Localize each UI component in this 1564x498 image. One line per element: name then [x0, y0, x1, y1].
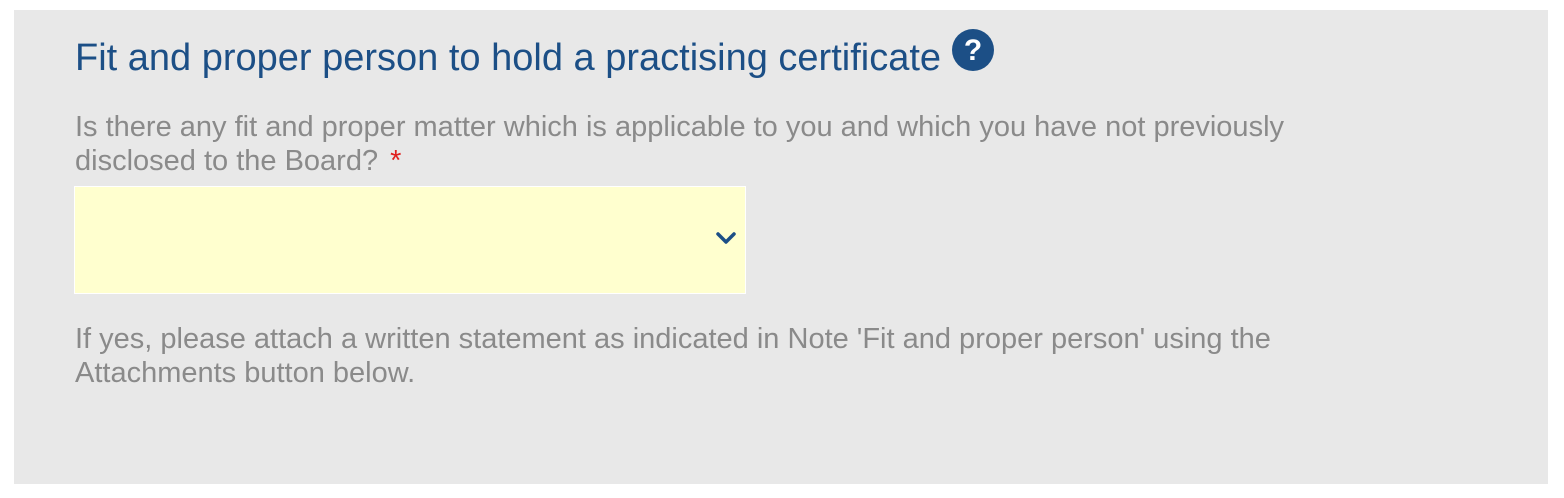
fit-proper-matter-select[interactable] [74, 186, 746, 294]
help-icon[interactable]: ? [951, 28, 995, 72]
attachment-note: If yes, please attach a written statemen… [75, 323, 1271, 389]
chevron-down-icon [716, 232, 736, 244]
section-header: Fit and proper person to hold a practisi… [75, 29, 995, 82]
section-title: Fit and proper person to hold a practisi… [75, 37, 942, 79]
question-label: Is there any fit and proper matter which… [75, 110, 1395, 178]
required-asterisk: * [390, 145, 402, 177]
svg-text:?: ? [964, 34, 982, 67]
form-panel: Fit and proper person to hold a practisi… [14, 10, 1548, 484]
question-text: Is there any fit and proper matter which… [75, 111, 1285, 177]
